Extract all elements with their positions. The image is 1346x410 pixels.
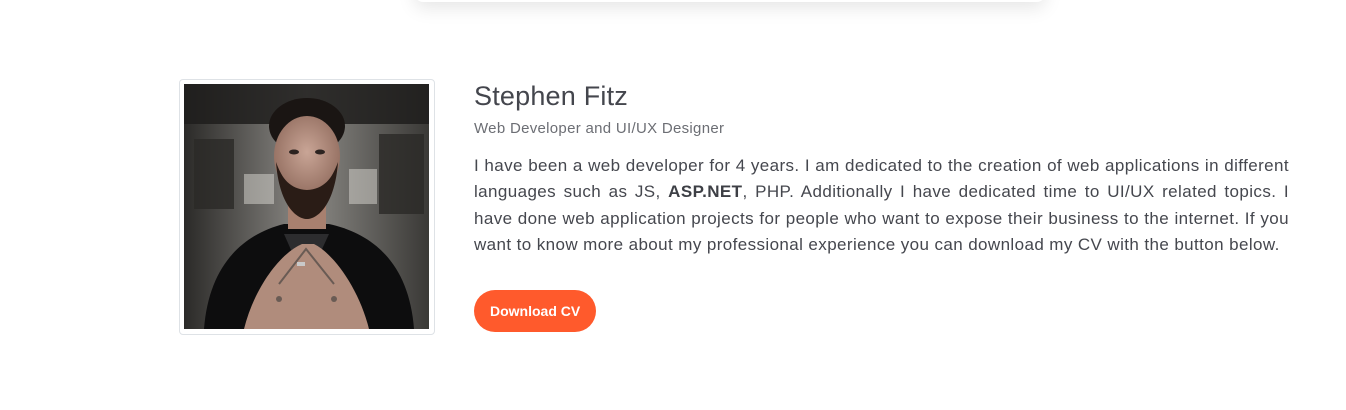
bio-highlight: ASP.NET (668, 182, 743, 202)
card-shadow-top (415, 0, 1045, 2)
profile-photo (184, 84, 429, 329)
about-content: Stephen Fitz Web Developer and UI/UX Des… (474, 79, 1289, 335)
download-cv-button[interactable]: Download CV (474, 289, 597, 332)
about-section-page: Stephen Fitz Web Developer and UI/UX Des… (0, 0, 1346, 410)
about-section: Stephen Fitz Web Developer and UI/UX Des… (179, 79, 1289, 335)
profile-bio: I have been a web developer for 4 years.… (474, 153, 1289, 259)
profile-role: Web Developer and UI/UX Designer (474, 120, 725, 137)
profile-name: Stephen Fitz (474, 81, 628, 111)
profile-photo-frame (179, 79, 435, 335)
